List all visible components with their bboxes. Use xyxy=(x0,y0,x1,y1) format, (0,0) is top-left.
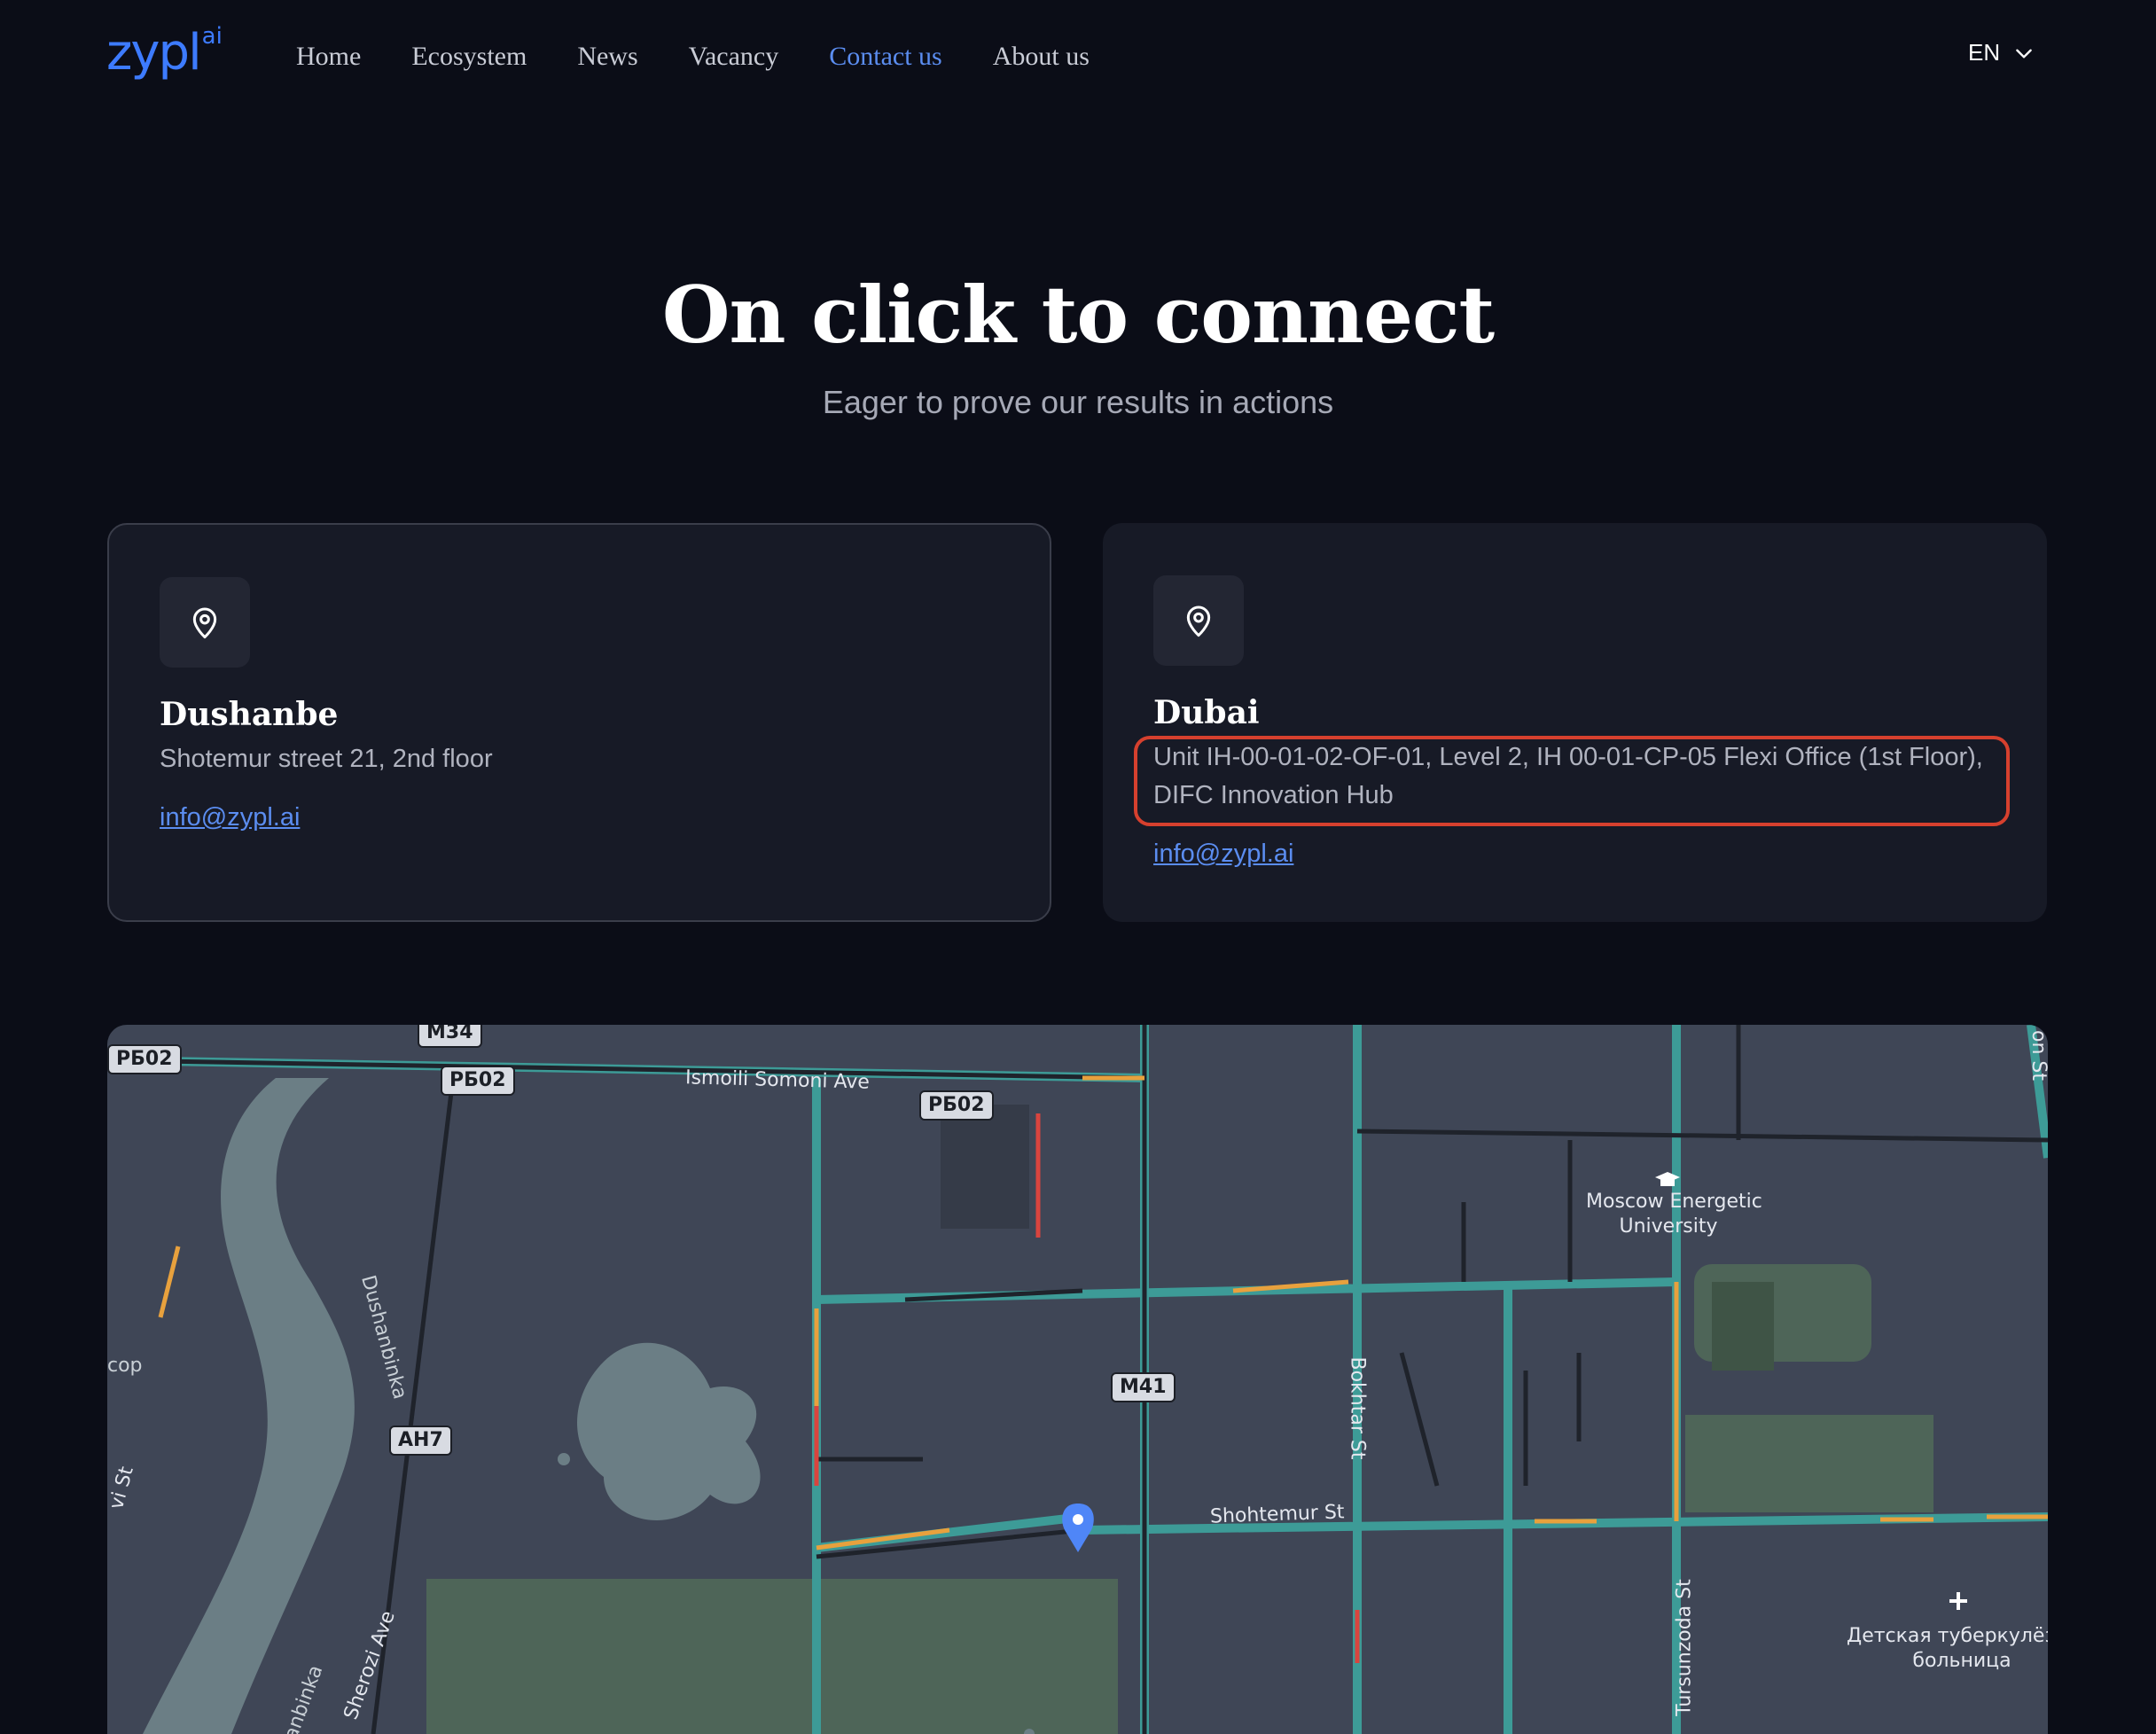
office-address: Shotemur street 21, 2nd floor xyxy=(160,745,493,773)
street-label: Bokhtar St xyxy=(1346,1356,1369,1460)
office-email-link[interactable]: info@zypl.ai xyxy=(1153,836,1293,871)
street-label: cop xyxy=(107,1355,143,1377)
river-shape xyxy=(143,1078,355,1734)
logo-text: zypl xyxy=(106,24,202,82)
street-label: on St xyxy=(2027,1030,2048,1081)
location-map[interactable]: РБ02 M34 РБ02 РБ02 M41 AH7 Ismoili Somon… xyxy=(107,1025,2048,1734)
nav-link-home[interactable]: Home xyxy=(296,37,361,76)
office-city: Dushanbe xyxy=(160,696,339,733)
zypl-logo[interactable]: zypl ai xyxy=(106,23,223,82)
poi-name-line: больница xyxy=(1912,1650,2011,1672)
poi-hospital-label: Детская туберкулёзна больница xyxy=(1847,1624,2048,1674)
road-badge: AH7 xyxy=(389,1425,452,1456)
street-label: Shohtemur St xyxy=(1209,1501,1345,1528)
nav-links: Home Ecosystem News Vacancy Contact us A… xyxy=(296,37,1140,76)
location-pin-icon xyxy=(1186,605,1211,637)
building xyxy=(1712,1282,1774,1371)
page-title: On click to connect xyxy=(661,269,1495,361)
poi-university-label: Moscow Energetic University xyxy=(1586,1190,1762,1239)
location-pin-icon xyxy=(192,607,217,639)
poi-name-line: Детская туберкулёзна xyxy=(1847,1625,2048,1647)
location-marker-icon[interactable] xyxy=(1062,1504,1094,1552)
road-badge: M34 xyxy=(418,1025,482,1048)
road-badge: РБ02 xyxy=(441,1066,515,1096)
road-badge: РБ02 xyxy=(919,1090,994,1121)
nav-link-ecosystem[interactable]: Ecosystem xyxy=(411,37,527,76)
office-email-link[interactable]: info@zypl.ai xyxy=(160,800,300,835)
office-card-dushanbe: Dushanbe Shotemur street 21, 2nd floor i… xyxy=(107,523,1051,922)
nav-link-news[interactable]: News xyxy=(577,37,637,76)
poi-name-line: Moscow Energetic xyxy=(1586,1191,1762,1213)
location-pin-badge xyxy=(160,577,250,668)
language-selector[interactable]: EN xyxy=(1968,39,2035,66)
location-pin-badge xyxy=(1153,575,1244,666)
park-area xyxy=(426,1579,1118,1734)
logo-superscript: ai xyxy=(201,23,223,50)
poi-name-line: University xyxy=(1619,1215,1718,1238)
nav-link-vacancy[interactable]: Vacancy xyxy=(689,37,779,76)
top-navigation: zypl ai Home Ecosystem News Vacancy Cont… xyxy=(0,0,2156,113)
office-city: Dubai xyxy=(1153,694,1260,731)
page-subtitle: Eager to prove our results in actions xyxy=(822,384,1334,420)
office-card-dubai: Dubai Unit IH-00-01-02-OF-01, Level 2, I… xyxy=(1103,523,2047,922)
road-badge: РБ02 xyxy=(107,1044,182,1074)
language-label: EN xyxy=(1968,39,2001,66)
chevron-down-icon xyxy=(2016,49,2032,59)
address-highlight-box xyxy=(1134,736,2010,826)
building xyxy=(941,1105,1029,1229)
park-area xyxy=(1685,1415,1933,1512)
nav-link-about-us[interactable]: About us xyxy=(993,37,1090,76)
road-badge: M41 xyxy=(1111,1372,1176,1402)
nav-link-contact-us[interactable]: Contact us xyxy=(829,37,942,76)
lake-shape xyxy=(577,1342,761,1520)
street-label: Tursunzoda St xyxy=(1673,1579,1696,1716)
hospital-icon xyxy=(1949,1592,1967,1610)
